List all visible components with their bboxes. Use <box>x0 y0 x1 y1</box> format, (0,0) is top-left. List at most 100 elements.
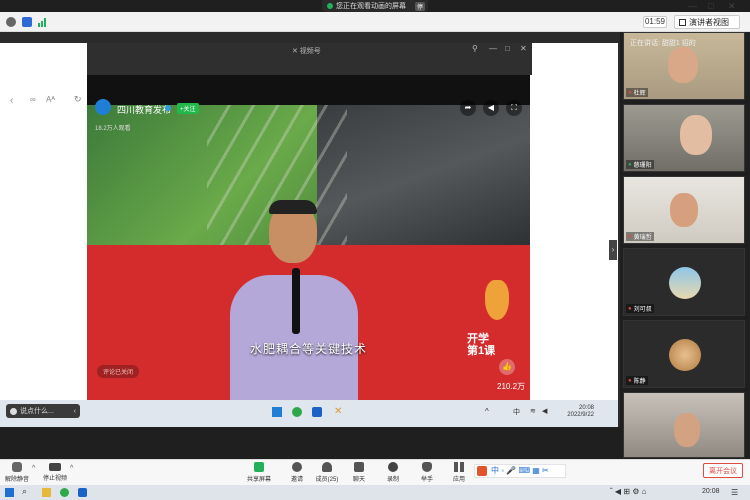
ime-mode-icon[interactable]: 中 ◦ 🎤 ⌨ ▦ ✂ <box>491 465 549 476</box>
participant-name: 杜辉 <box>633 91 646 97</box>
participant-name-tag: ● 杜辉 <box>626 88 648 97</box>
invite-label: 邀请 <box>290 477 303 483</box>
refresh-icon[interactable]: ↻ <box>74 94 82 105</box>
video-options-chevron-icon[interactable]: ^ <box>70 465 73 472</box>
mic-options-chevron-icon[interactable]: ^ <box>32 465 35 472</box>
mascot-figure <box>485 280 509 320</box>
mic-muted-icon: ● <box>628 377 632 384</box>
collapse-chevron-icon[interactable]: ‹ <box>74 408 76 415</box>
share-banner-text: 您正在观看动画的屏幕 <box>336 3 406 10</box>
meeting-app-icon[interactable] <box>312 407 322 417</box>
wechat-icon[interactable] <box>292 407 302 417</box>
stop-share-button[interactable]: 停 <box>414 1 425 11</box>
info-icon[interactable] <box>6 17 16 27</box>
participant-face <box>670 193 698 227</box>
apps-grid-icon <box>454 462 464 472</box>
stop-video-button[interactable]: 停止视频 <box>40 462 70 482</box>
follow-button[interactable]: +关注 <box>177 103 199 114</box>
volume-icon[interactable]: ◀ <box>483 100 499 116</box>
mic-muted-icon: ● <box>628 233 632 240</box>
mic-off-icon <box>12 462 22 472</box>
unmute-button[interactable]: 解除静音 <box>2 462 32 483</box>
app-logo-icon: ✕ 视频号 <box>292 48 321 55</box>
invite-button[interactable]: 邀请 <box>282 462 312 483</box>
share-screen-icon <box>254 462 264 472</box>
tray-up-icon[interactable]: ^ <box>485 407 489 416</box>
close-video-icon[interactable]: ✕ <box>520 44 527 53</box>
verified-icon <box>165 105 171 111</box>
maximize-icon[interactable]: □ <box>708 1 713 11</box>
mic-muted-icon: ● <box>628 89 632 96</box>
like-icon[interactable]: 👍 <box>499 359 515 375</box>
participant-name: 慈珊阳 <box>633 163 652 169</box>
sogou-ime-icon[interactable] <box>477 466 487 476</box>
notification-icon[interactable]: ☰ <box>731 488 738 497</box>
link-icon[interactable]: ∞ <box>30 95 36 104</box>
participant-name-tag: ● 刘可叔 <box>626 304 654 313</box>
watermark-line1: 开学 <box>467 333 489 345</box>
participants-panel: › ● 杜辉 ● 慈珊阳 ● 黄瑞哲 ● 刘可叔 ● 陈静 <box>609 32 750 459</box>
speaker-view-button[interactable]: 演讲者视图 <box>674 15 740 29</box>
close-icon[interactable]: ✕ <box>728 1 736 12</box>
text-size-icon[interactable]: Aᴬ <box>46 95 55 104</box>
windows-start-icon[interactable] <box>5 488 14 497</box>
search-icon[interactable]: ⌕ <box>22 486 27 497</box>
os-taskbar: ⌕ ˆ ◀ ⊞ ⚙ ⌂ 20:08 ☰ <box>0 485 750 500</box>
tray-icons[interactable]: ˆ ◀ ⊞ ⚙ ⌂ <box>610 487 646 496</box>
chat-label: 聊天 <box>352 477 365 483</box>
video-channel-icon[interactable]: ✕ <box>334 406 342 417</box>
back-arrow-icon[interactable]: ‹ <box>10 95 13 106</box>
emoji-icon[interactable] <box>10 407 17 415</box>
windows-start-icon[interactable] <box>272 407 282 417</box>
ime-indicator[interactable]: 中 <box>513 407 520 417</box>
channel-avatar[interactable] <box>95 99 111 115</box>
participant-name: 黄瑞哲 <box>633 235 652 241</box>
like-count: 210.2万 <box>497 382 526 391</box>
file-explorer-icon[interactable] <box>42 488 51 497</box>
record-button[interactable]: 录制 <box>378 462 408 483</box>
speaker-tray-icon[interactable]: ◀ <box>542 407 547 415</box>
wifi-icon[interactable]: ≋ <box>530 407 536 415</box>
speaker-view-label: 演讲者视图 <box>689 17 729 27</box>
share-icon[interactable]: ➦ <box>460 100 476 116</box>
leave-meeting-button[interactable]: 离开会议 <box>703 463 743 478</box>
minimize-video-icon[interactable]: — <box>489 44 497 53</box>
chat-bubble-icon <box>354 462 364 472</box>
participant-tile[interactable] <box>623 392 745 458</box>
participant-tile[interactable]: ● 黄瑞哲 <box>623 176 745 244</box>
participant-tile[interactable]: ● 陈静 <box>623 320 745 388</box>
chat-input-pill[interactable]: 说点什么... ‹ <box>6 404 80 418</box>
share-screen-button[interactable]: 共享屏幕 <box>244 462 274 483</box>
video-player[interactable]: 四川教育发布 +关注 18.2万人观看 ➦ ◀ ⛶ 水肥耦合等关键技术 开学 第… <box>87 75 530 400</box>
apps-button[interactable]: 应用 <box>444 462 474 483</box>
fullscreen-icon[interactable]: ⛶ <box>506 100 522 116</box>
speaking-mic-icon: ● <box>628 161 632 168</box>
hand-icon <box>422 462 432 472</box>
video-subtitle: 水肥耦合等关键技术 <box>250 342 368 356</box>
members-label: 成员(25) <box>315 477 339 483</box>
ime-toolbar[interactable]: 中 ◦ 🎤 ⌨ ▦ ✂ <box>474 464 566 478</box>
mic-muted-icon: ● <box>628 305 632 312</box>
channel-name[interactable]: 四川教育发布 <box>117 103 171 116</box>
signal-strength-icon[interactable] <box>38 17 48 27</box>
minimize-icon[interactable]: — <box>688 1 697 11</box>
restore-video-icon[interactable]: □ <box>505 44 510 53</box>
security-shield-icon[interactable] <box>22 17 32 27</box>
comment-input[interactable]: 评论已关闭 <box>97 365 140 378</box>
raise-hand-button[interactable]: 举手 <box>412 462 442 483</box>
participant-face <box>674 413 700 447</box>
participant-tile[interactable]: ● 刘可叔 <box>623 248 745 316</box>
chat-placeholder: 说点什么... <box>20 408 54 415</box>
meeting-taskbar-icon[interactable] <box>78 488 87 497</box>
camera-icon <box>49 463 61 471</box>
chat-button[interactable]: 聊天 <box>344 462 374 483</box>
pin-icon[interactable]: ⚲ <box>472 44 478 53</box>
wechat-taskbar-icon[interactable] <box>60 488 69 497</box>
microphone <box>292 268 300 334</box>
invite-icon <box>292 462 302 472</box>
meeting-titlebar: 01:59 演讲者视图 — □ ✕ <box>0 1 750 32</box>
panel-toggle-icon[interactable]: › <box>609 240 617 260</box>
members-button[interactable]: 成员(25) <box>312 462 342 483</box>
participant-tile[interactable]: ● 慈珊阳 <box>623 104 745 172</box>
stop-video-label: 停止视频 <box>42 476 67 482</box>
